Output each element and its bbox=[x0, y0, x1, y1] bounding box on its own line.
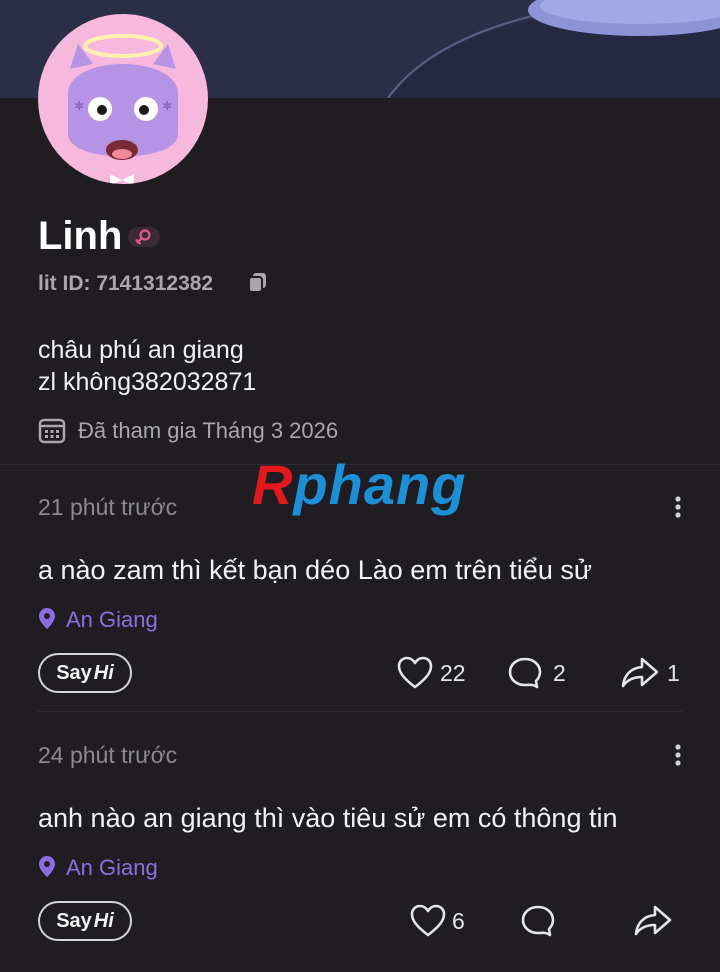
watermark-r: R bbox=[252, 453, 294, 516]
more-options-icon[interactable] bbox=[668, 494, 688, 525]
post-location[interactable]: An Giang bbox=[66, 607, 158, 633]
lit-id: lit ID: 7141312382 bbox=[38, 272, 214, 295]
say-hi-hi: Hi bbox=[93, 909, 114, 932]
say-hi-button[interactable]: Say Hi bbox=[38, 901, 132, 941]
svg-text:✱: ✱ bbox=[162, 99, 172, 113]
say-hi-hi: Hi bbox=[93, 661, 114, 684]
like-count: 6 bbox=[452, 908, 465, 934]
profile-bio: châu phú an giang zl không382032871 bbox=[38, 334, 256, 398]
say-hi-button[interactable]: Say Hi bbox=[38, 653, 132, 693]
gender-badge bbox=[128, 227, 160, 247]
share-icon[interactable] bbox=[620, 656, 660, 695]
avatar[interactable]: ✱ ✱ bbox=[38, 14, 208, 184]
copy-icon[interactable] bbox=[248, 272, 268, 299]
calendar-icon bbox=[38, 416, 66, 449]
svg-text:✱: ✱ bbox=[74, 99, 84, 113]
post-location[interactable]: An Giang bbox=[66, 855, 158, 881]
location-pin-icon bbox=[38, 855, 56, 884]
profile-name: Linh bbox=[38, 214, 123, 258]
comment-icon[interactable] bbox=[520, 904, 556, 943]
bio-line: zl không382032871 bbox=[38, 368, 257, 396]
comment-count: 2 bbox=[553, 660, 566, 686]
post-text: anh nào an giang thì vào tiêu sử em có t… bbox=[38, 803, 618, 833]
post-text: a nào zam thì kết bạn déo Lào em trên ti… bbox=[38, 555, 592, 585]
watermark-rest: phang bbox=[293, 453, 467, 516]
say-hi-say: Say bbox=[56, 909, 92, 932]
location-pin-icon bbox=[38, 607, 56, 636]
share-icon[interactable] bbox=[633, 904, 673, 943]
post-time: 21 phút trước bbox=[38, 494, 178, 520]
bio-line: châu phú an giang bbox=[38, 336, 244, 364]
like-count: 22 bbox=[440, 660, 466, 686]
post-divider bbox=[38, 711, 682, 712]
say-hi-say: Say bbox=[56, 661, 92, 684]
joined-date: Đã tham gia Tháng 3 2026 bbox=[78, 418, 339, 443]
more-options-icon[interactable] bbox=[668, 742, 688, 773]
share-count: 1 bbox=[667, 660, 680, 686]
heart-icon[interactable] bbox=[397, 656, 433, 695]
heart-icon[interactable] bbox=[410, 904, 446, 943]
watermark-logo: Rphang bbox=[252, 452, 466, 517]
comment-icon[interactable] bbox=[507, 656, 543, 695]
post-time: 24 phút trước bbox=[38, 742, 178, 768]
monster-avatar-icon: ✱ ✱ bbox=[68, 34, 178, 184]
female-icon bbox=[135, 229, 151, 245]
